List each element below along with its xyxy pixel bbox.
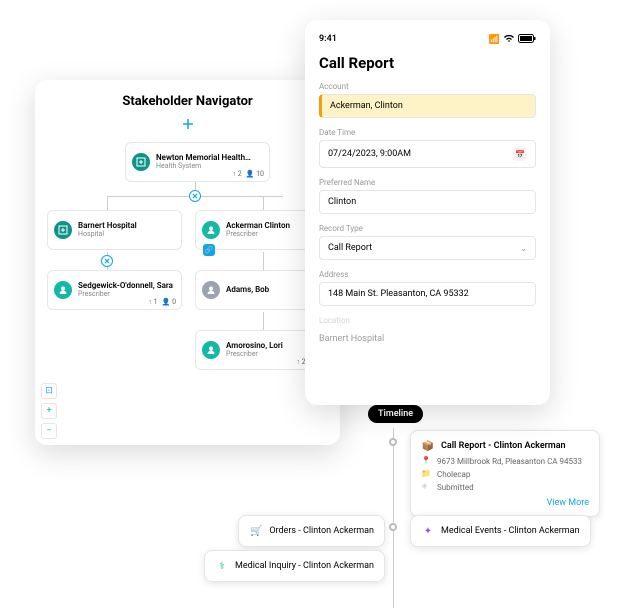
wifi-icon: [503, 34, 515, 46]
hospital-icon: [54, 221, 72, 239]
call-report-title: Call Report: [319, 54, 536, 72]
recordtype-field[interactable]: Call Report⌄: [319, 236, 536, 260]
pin-icon: 📍: [421, 456, 431, 466]
datetime-field[interactable]: 07/24/2023, 9:00AM📅: [319, 140, 536, 168]
collapse-button[interactable]: ✕: [189, 190, 201, 202]
zoom-reset-button[interactable]: ⊡: [41, 383, 57, 399]
prefname-label: Preferred Name: [319, 178, 536, 187]
datetime-label: Date Time: [319, 128, 536, 137]
battery-icon: [518, 34, 536, 46]
sparkle-icon: ✦: [421, 524, 435, 538]
node-barnert[interactable]: Barnert HospitalHospital: [47, 210, 182, 250]
hospital-icon: [132, 153, 150, 171]
timeline-dot: [389, 438, 397, 446]
signal-icon: 📶: [489, 35, 500, 45]
person-icon: [202, 341, 220, 359]
person-icon: [202, 221, 220, 239]
node-sedgewick[interactable]: Sedgewick-O'donnell, SaraPrescriber ↑ 1👤…: [47, 270, 182, 310]
zoom-out-button[interactable]: −: [41, 423, 57, 439]
link-button[interactable]: 🔗: [203, 244, 215, 256]
timeline-card-medical-inquiry[interactable]: ⚕ Medical Inquiry - Clinton Ackerman: [204, 550, 385, 582]
prefname-field[interactable]: Clinton: [319, 190, 536, 214]
folder-icon: 📁: [421, 469, 431, 479]
chevron-down-icon: ⌄: [520, 244, 527, 253]
timeline-line: [393, 428, 394, 608]
address-label: Address: [319, 270, 536, 279]
add-parent-button[interactable]: [45, 115, 330, 134]
location-label: Location: [319, 316, 536, 325]
timeline-badge: Timeline: [368, 405, 423, 423]
view-more-link[interactable]: View More: [421, 498, 589, 508]
timeline-card-orders[interactable]: 🛒 Orders - Clinton Ackerman: [238, 515, 385, 547]
collapse-button[interactable]: ✕: [101, 255, 113, 267]
location-field[interactable]: Barnert Hospital: [319, 328, 536, 350]
address-field[interactable]: 148 Main St. Pleasanton, CA 95332: [319, 282, 536, 306]
stakeholder-navigator-panel: Stakeholder Navigator Newton Memorial He…: [35, 80, 340, 445]
box-icon: 📦: [421, 439, 435, 453]
timeline-dot: [389, 523, 397, 531]
timeline-card-call-report[interactable]: 📦Call Report - Clinton Ackerman 📍9673 Mi…: [410, 430, 600, 517]
calendar-icon: 📅: [513, 147, 527, 161]
timeline-card-medical-events[interactable]: ✦ Medical Events - Clinton Ackerman: [410, 515, 591, 547]
medical-icon: ⚕: [215, 559, 229, 573]
call-report-panel: 9:41 📶 Call Report Account Ackerman, Cli…: [305, 20, 550, 405]
status-icon: ✳: [421, 482, 431, 492]
recordtype-label: Record Type: [319, 224, 536, 233]
node-newton-memorial[interactable]: Newton Memorial Health...Health System ↑…: [125, 142, 270, 182]
account-label: Account: [319, 82, 536, 91]
navigator-title: Stakeholder Navigator: [45, 94, 330, 109]
status-bar: 9:41 📶: [319, 34, 536, 46]
zoom-in-button[interactable]: +: [41, 403, 57, 419]
person-icon: [202, 281, 220, 299]
zoom-controls: ⊡ + −: [41, 383, 57, 439]
account-field[interactable]: Ackerman, Clinton: [319, 94, 536, 118]
person-icon: [54, 281, 72, 299]
status-time: 9:41: [319, 34, 337, 46]
cart-icon: 🛒: [249, 524, 263, 538]
org-tree: Newton Memorial Health...Health System ↑…: [45, 140, 330, 420]
